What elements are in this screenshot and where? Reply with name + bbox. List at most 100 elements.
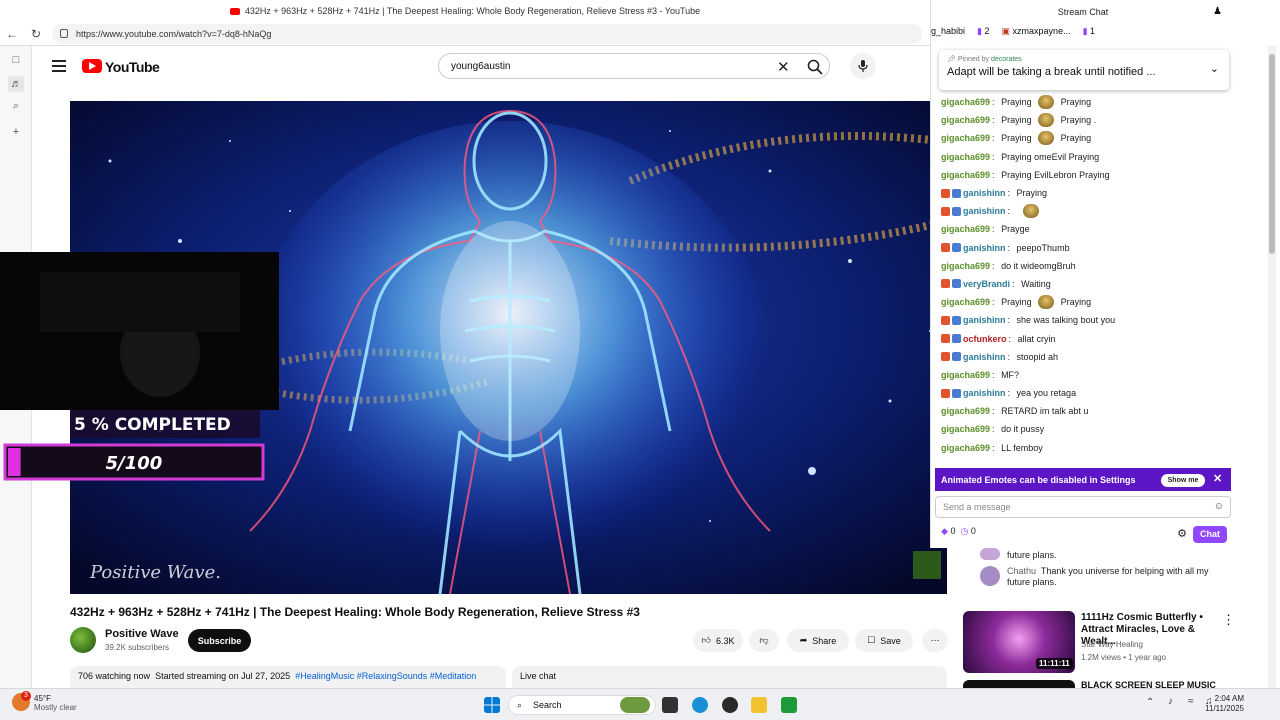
badge-icon bbox=[952, 334, 961, 344]
recommendation-channel[interactable]: Star Way Healing bbox=[1081, 640, 1143, 649]
windows-start-icon[interactable] bbox=[484, 697, 500, 713]
chat-username[interactable]: gigacha699 bbox=[941, 97, 990, 107]
user-list-icon[interactable]: ♟ bbox=[1213, 6, 1222, 17]
chat-username[interactable]: ganishinn bbox=[963, 388, 1006, 398]
share-button[interactable]: ➦ Share bbox=[787, 629, 849, 652]
subscribe-button[interactable]: Subscribe bbox=[188, 629, 251, 652]
tray-chevron-icon[interactable]: ⌃ bbox=[1146, 697, 1154, 708]
chat-username[interactable]: gigacha699 bbox=[941, 152, 990, 162]
notification-badge: 3 bbox=[21, 691, 31, 701]
search-icon[interactable] bbox=[807, 59, 823, 75]
chat-colon: : bbox=[992, 133, 995, 144]
search-value: young6austin bbox=[451, 60, 511, 72]
add-icon[interactable]: + bbox=[8, 124, 24, 140]
media-player-icon[interactable] bbox=[722, 697, 738, 713]
more-actions-button[interactable]: ⋯ bbox=[922, 629, 948, 652]
badge-icon bbox=[941, 388, 950, 398]
tabs-icon[interactable]: □ bbox=[8, 52, 24, 68]
taskbar-search-label: Search bbox=[533, 700, 562, 710]
voice-search-icon[interactable] bbox=[850, 53, 876, 79]
app-icon[interactable] bbox=[781, 697, 797, 713]
chat-username[interactable]: gigacha699 bbox=[941, 224, 990, 234]
chat-username[interactable]: veryBrandi bbox=[963, 279, 1010, 289]
chat-username[interactable]: gigacha699 bbox=[941, 261, 990, 271]
chat-colon: : bbox=[1007, 188, 1011, 199]
reload-icon[interactable]: ↻ bbox=[28, 26, 44, 42]
url-field[interactable]: https://www.youtube.com/watch?v=7-dq8-hN… bbox=[52, 24, 922, 44]
chat-username[interactable]: gigacha699 bbox=[941, 115, 990, 125]
description-box[interactable]: 706 watching now Started streaming on Ju… bbox=[70, 666, 506, 688]
sub-goal-count: 5/100 bbox=[106, 453, 163, 474]
widget-game-icon[interactable] bbox=[620, 697, 650, 713]
badge-icon bbox=[941, 279, 950, 289]
chat-username[interactable]: ganishinn bbox=[963, 243, 1006, 253]
chat-username[interactable]: gigacha699 bbox=[941, 406, 990, 416]
recommendation-more-icon[interactable]: ⋮ bbox=[1222, 612, 1235, 628]
youtube-header: YouTube young6austin ✕ bbox=[32, 46, 930, 88]
channel-name[interactable]: Positive Wave bbox=[105, 628, 179, 640]
chat-text: Praying bbox=[1001, 97, 1032, 108]
badge-icon bbox=[952, 206, 961, 216]
wifi-icon[interactable]: ≈ bbox=[1188, 696, 1194, 707]
badge-icon bbox=[952, 388, 961, 398]
watching-count: 706 watching now bbox=[78, 671, 151, 681]
like-button[interactable]: 👍︎ 6.3K bbox=[693, 629, 743, 652]
search-sidebar-icon[interactable]: ⌕ bbox=[8, 98, 24, 114]
page-scrollbar[interactable] bbox=[1268, 46, 1276, 688]
chat-username[interactable]: ocfunkero bbox=[963, 334, 1007, 344]
sub-goal-graphic: 5 % COMPLETED 5/100 bbox=[3, 410, 265, 481]
chat-message: ganishinn: yea you retaga bbox=[941, 384, 1231, 402]
search-input[interactable]: young6austin bbox=[438, 53, 830, 79]
system-clock[interactable]: 2:04 AM 11/11/2025 bbox=[1205, 694, 1244, 714]
chat-message: ganishinn: bbox=[941, 202, 1231, 220]
live-chat-label: Live chat bbox=[520, 671, 557, 681]
url-text: https://www.youtube.com/watch?v=7-dq8-hN… bbox=[76, 29, 272, 39]
webcam-overlay bbox=[0, 252, 279, 410]
channel-points-icon[interactable]: ◆ bbox=[941, 526, 948, 536]
back-arrow-icon[interactable]: ← bbox=[4, 26, 20, 42]
chat-username[interactable]: ganishinn bbox=[963, 352, 1006, 362]
dislike-button[interactable]: 👎︎ bbox=[749, 629, 779, 652]
pinned-message[interactable]: 📌︎ Pinned by decorates Adapt will be tak… bbox=[939, 50, 1229, 90]
youtube-logo-text[interactable]: YouTube bbox=[105, 59, 160, 75]
chat-username[interactable]: gigacha699 bbox=[941, 370, 990, 380]
chat-message-input[interactable]: Send a message ☺ bbox=[935, 496, 1231, 518]
show-me-button[interactable]: Show me bbox=[1161, 474, 1205, 487]
scrollbar-thumb[interactable] bbox=[1269, 54, 1275, 254]
channel-watermark-icon bbox=[913, 551, 941, 579]
edge-browser-icon[interactable] bbox=[692, 697, 708, 713]
audio-icon[interactable]: ♬ bbox=[8, 76, 24, 92]
close-icon[interactable]: ✕ bbox=[1213, 472, 1222, 485]
chat-message: gigacha699: LL femboy bbox=[941, 439, 1231, 457]
chat-username[interactable]: gigacha699 bbox=[941, 297, 990, 307]
hashtags[interactable]: #HealingMusic #RelaxingSounds #Meditatio… bbox=[295, 671, 476, 681]
pinned-text: Adapt will be taking a break until notif… bbox=[947, 66, 1156, 78]
chat-username[interactable]: ganishinn bbox=[963, 206, 1006, 216]
chat-text: Praying bbox=[1001, 115, 1032, 126]
chat-username[interactable]: gigacha699 bbox=[941, 443, 990, 453]
chat-username[interactable]: gigacha699 bbox=[941, 170, 990, 180]
chat-message: gigacha699: MF? bbox=[941, 366, 1231, 384]
chat-colon: : bbox=[1007, 388, 1011, 399]
chat-message: gigacha699: Praying Praying bbox=[941, 129, 1231, 147]
save-button[interactable]: ☐ Save bbox=[855, 629, 913, 652]
chat-send-button[interactable]: Chat bbox=[1193, 526, 1227, 543]
file-explorer-icon[interactable] bbox=[751, 697, 767, 713]
clear-search-icon[interactable]: ✕ bbox=[777, 58, 790, 76]
task-view-icon[interactable] bbox=[662, 697, 678, 713]
gear-icon[interactable]: ⚙ bbox=[1177, 527, 1187, 540]
chevron-down-icon[interactable]: ⌄ bbox=[1210, 62, 1219, 75]
chat-username[interactable]: gigacha699 bbox=[941, 424, 990, 434]
menu-icon[interactable] bbox=[52, 60, 66, 72]
chat-username[interactable]: gigacha699 bbox=[941, 133, 990, 143]
chat-username[interactable]: ganishinn bbox=[963, 315, 1006, 325]
chat-username[interactable]: ganishinn bbox=[963, 188, 1006, 198]
weather-widget[interactable]: 45°F Mostly clear bbox=[34, 694, 77, 712]
emote-picker-icon[interactable]: ☺ bbox=[1214, 501, 1224, 512]
chat-text: stoopid ah bbox=[1016, 351, 1059, 362]
channel-avatar[interactable] bbox=[70, 627, 96, 653]
youtube-logo-icon[interactable] bbox=[82, 59, 102, 73]
badge-icon bbox=[952, 352, 961, 362]
microphone-icon[interactable]: ♪ bbox=[1168, 696, 1173, 707]
yt-live-chat-messages: future plans. Chathu Thank you universe … bbox=[962, 548, 1230, 594]
